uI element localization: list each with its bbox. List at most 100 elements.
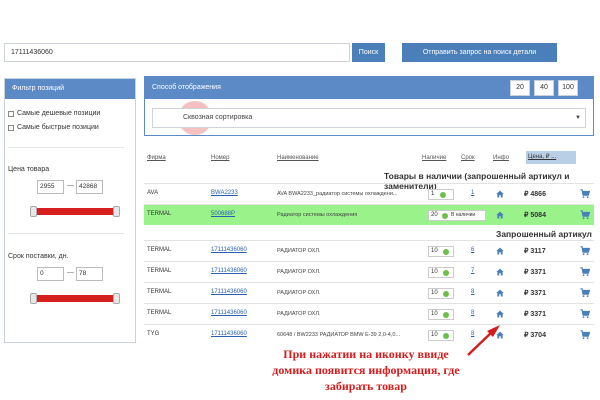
part-name-cell: Радиатор системы охлаждения <box>277 211 358 218</box>
delivery-filter-label: Срок поставки, дн. <box>8 253 69 260</box>
table-row: TERMAL 17111436060 РАДИАТОР ОХЛ. 10 6 ₽ … <box>144 240 594 261</box>
status-dot-icon <box>443 270 449 276</box>
checkbox-icon[interactable] <box>8 110 14 117</box>
part-number-link[interactable]: 500688P <box>211 211 235 217</box>
status-dot-icon <box>443 249 449 255</box>
price-max-input[interactable]: 42868 <box>76 180 103 194</box>
slider-handle-min[interactable] <box>30 206 37 217</box>
column-header-name[interactable]: Наименование <box>277 155 319 161</box>
term-cell: 7 <box>471 268 475 274</box>
part-number-link[interactable]: 17111436060 <box>211 247 247 253</box>
price-cell: ₽ 3704 <box>524 332 546 339</box>
cart-icon[interactable] <box>580 210 590 220</box>
slider-handle-min[interactable] <box>30 293 37 304</box>
column-header-term[interactable]: Срок <box>461 155 475 161</box>
delivery-min-input[interactable]: 0 <box>37 267 64 281</box>
cart-icon[interactable] <box>580 330 590 340</box>
part-number-link[interactable]: 17111436060 <box>211 331 247 337</box>
quantity-value: 10 <box>431 269 438 275</box>
status-dot-icon <box>443 291 449 297</box>
quantity-field[interactable]: 10 <box>428 288 454 299</box>
availability-text: В наличии <box>451 212 476 218</box>
price-filter-label: Цена товара <box>8 166 50 173</box>
filter-panel-title: Фильтр позиций <box>5 79 135 99</box>
house-icon[interactable] <box>496 211 504 219</box>
house-icon[interactable] <box>496 190 504 198</box>
quantity-field[interactable]: 10 <box>428 309 454 320</box>
page-size-100-button[interactable]: 100 <box>558 80 578 96</box>
price-range-slider[interactable] <box>30 206 120 217</box>
table-row: AVA BWA2233 AVA BWA2233_радиатор системы… <box>144 183 594 204</box>
delivery-range-slider[interactable] <box>30 293 120 304</box>
price-cell: ₽ 3371 <box>524 269 546 276</box>
column-header-number[interactable]: Номер <box>211 155 229 161</box>
page-size-40-button[interactable]: 40 <box>534 80 554 96</box>
brand-cell: AVA <box>147 190 159 196</box>
status-dot-icon <box>443 312 449 318</box>
table-row: TERMAL 17111436060 РАДИАТОР ОХЛ. 10 7 ₽ … <box>144 261 594 282</box>
quantity-field[interactable]: 20 В наличии <box>428 210 486 221</box>
house-icon[interactable] <box>496 289 504 297</box>
brand-cell: TERMAL <box>147 310 172 316</box>
status-dot-icon <box>443 333 449 339</box>
divider <box>8 147 124 148</box>
quantity-field[interactable]: 10 <box>428 330 454 341</box>
brand-cell: TERMAL <box>147 268 172 274</box>
column-header-info[interactable]: Инфо <box>493 155 509 161</box>
annotation-line: домика появится информация, где <box>272 363 460 377</box>
column-header-brand[interactable]: Фирма <box>147 155 166 161</box>
fastest-filter-label: Самые быстрые позиции <box>17 124 99 131</box>
sort-mode-select[interactable]: Сквозная сортировка ▼ <box>152 108 586 128</box>
fastest-filter-checkbox[interactable]: Самые быстрые позиции <box>8 124 99 131</box>
brand-cell: TERMAL <box>147 289 172 295</box>
cart-icon[interactable] <box>580 189 590 199</box>
house-icon[interactable] <box>496 310 504 318</box>
divider <box>8 233 124 234</box>
quantity-value: 10 <box>431 311 438 317</box>
annotation-line: забирать товар <box>325 379 407 393</box>
column-header-availability[interactable]: Наличие <box>422 155 446 161</box>
slider-handle-max[interactable] <box>113 293 120 304</box>
search-input[interactable]: 17111436060 <box>4 43 350 62</box>
cart-icon[interactable] <box>580 309 590 319</box>
sort-mode-value: Сквозная сортировка <box>183 114 253 121</box>
table-row: TERMAL 17111436060 РАДИАТОР ОХЛ. 10 8 ₽ … <box>144 303 594 324</box>
cart-icon[interactable] <box>580 288 590 298</box>
price-cell: ₽ 4866 <box>524 191 546 198</box>
house-icon[interactable] <box>496 331 504 339</box>
price-cell: ₽ 3371 <box>524 290 546 297</box>
quantity-field[interactable]: 10 <box>428 267 454 278</box>
quantity-field[interactable]: 1 <box>428 189 454 200</box>
search-button[interactable]: Поиск <box>352 43 385 62</box>
status-dot-icon <box>442 213 448 219</box>
house-icon[interactable] <box>496 247 504 255</box>
delivery-max-input[interactable]: 78 <box>76 267 103 281</box>
cheapest-filter-checkbox[interactable]: Самые дешевые позиции <box>8 110 100 117</box>
slider-handle-max[interactable] <box>113 206 120 217</box>
range-dash: — <box>67 269 74 276</box>
term-cell: 8 <box>471 310 475 316</box>
section-title-requested: Запрошенный артикул <box>496 229 592 239</box>
quantity-value: 10 <box>431 248 438 254</box>
page-size-20-button[interactable]: 20 <box>510 80 530 96</box>
part-number-link[interactable]: 17111436060 <box>211 310 247 316</box>
cart-icon[interactable] <box>580 246 590 256</box>
column-header-price[interactable]: Цена, ₽ ... <box>526 151 576 164</box>
cart-icon[interactable] <box>580 267 590 277</box>
send-request-button[interactable]: Отправить запрос на поиск детали <box>402 43 557 62</box>
price-min-input[interactable]: 2955 <box>37 180 64 194</box>
part-number-link[interactable]: BWA2233 <box>211 190 238 196</box>
checkbox-icon[interactable] <box>8 124 14 131</box>
price-cell: ₽ 5084 <box>524 212 546 219</box>
chevron-down-icon[interactable]: ▼ <box>575 109 581 127</box>
annotation-line: При нажатии на иконку ввиде <box>283 347 449 361</box>
price-cell: ₽ 3117 <box>524 248 546 255</box>
table-row: TYG 17111436060 60648 / BW2233 РАДИАТОР … <box>144 324 594 345</box>
part-number-link[interactable]: 17111436060 <box>211 289 247 295</box>
brand-cell: TERMAL <box>147 247 172 253</box>
house-icon[interactable] <box>496 268 504 276</box>
brand-cell: TYG <box>147 331 160 337</box>
term-cell: 1 <box>471 190 475 196</box>
part-number-link[interactable]: 17111436060 <box>211 268 247 274</box>
quantity-field[interactable]: 10 <box>428 246 454 257</box>
